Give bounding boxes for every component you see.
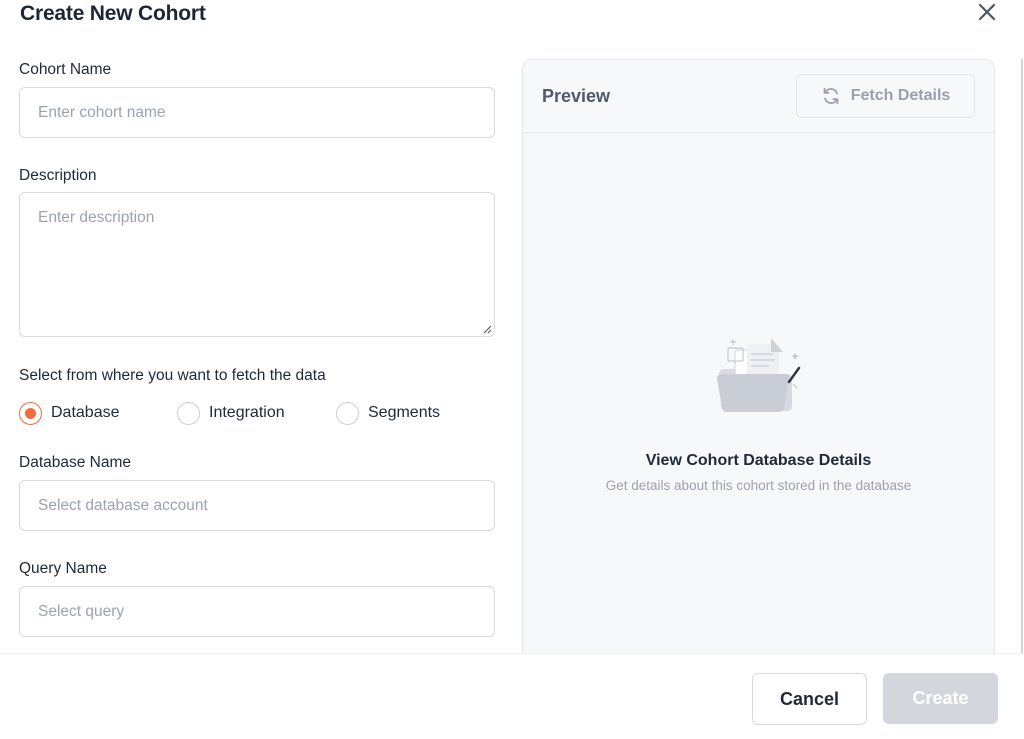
empty-state-title: View Cohort Database Details [645,452,872,469]
cancel-button[interactable]: Cancel [752,673,867,725]
radio-button[interactable] [177,401,200,425]
fetch-details-label: Fetch Details [850,87,951,104]
scrollbar[interactable] [1021,59,1023,653]
description-textarea[interactable] [38,209,476,320]
source-radio-group: Database Integration Segments [19,401,495,425]
dialog-footer: Cancel Create [0,653,1024,739]
empty-state-subtitle: Get details about this cohort stored in … [605,478,912,493]
folder-documents-icon [717,338,801,412]
source-label: Select from where you want to fetch the … [19,367,326,384]
query-name-input[interactable] [38,602,476,621]
query-name-select[interactable] [19,586,495,637]
database-name-input[interactable] [38,496,476,515]
dialog-title: Create New Cohort [20,2,206,25]
preview-panel: Preview Fetch Details View Cohort Databa… [522,59,995,659]
refresh-icon [823,87,839,105]
description-label: Description [19,167,97,184]
radio-option-database[interactable]: Database [19,401,120,425]
close-icon [978,3,996,21]
query-name-label: Query Name [19,560,107,577]
radio-button-checked[interactable] [19,401,42,425]
preview-title: Preview [542,86,611,106]
radio-label-segments: Segments [368,404,441,421]
close-button[interactable] [975,0,999,24]
description-field [19,192,495,337]
radio-dot [25,407,36,419]
radio-label-integration: Integration [209,404,285,421]
radio-button[interactable] [336,401,359,425]
cohort-name-input[interactable] [38,103,476,122]
create-button[interactable]: Create [883,673,998,724]
fetch-details-button[interactable]: Fetch Details [796,74,975,118]
radio-option-segments[interactable]: Segments [336,401,440,425]
cohort-name-field [19,87,495,138]
radio-option-integration[interactable]: Integration [177,401,285,425]
database-name-label: Database Name [19,454,132,471]
preview-header: Preview Fetch Details [523,60,994,133]
radio-label-database: Database [51,404,120,421]
resize-grip-icon[interactable] [482,324,492,334]
cohort-name-label: Cohort Name [19,61,112,78]
database-name-select[interactable] [19,480,495,531]
